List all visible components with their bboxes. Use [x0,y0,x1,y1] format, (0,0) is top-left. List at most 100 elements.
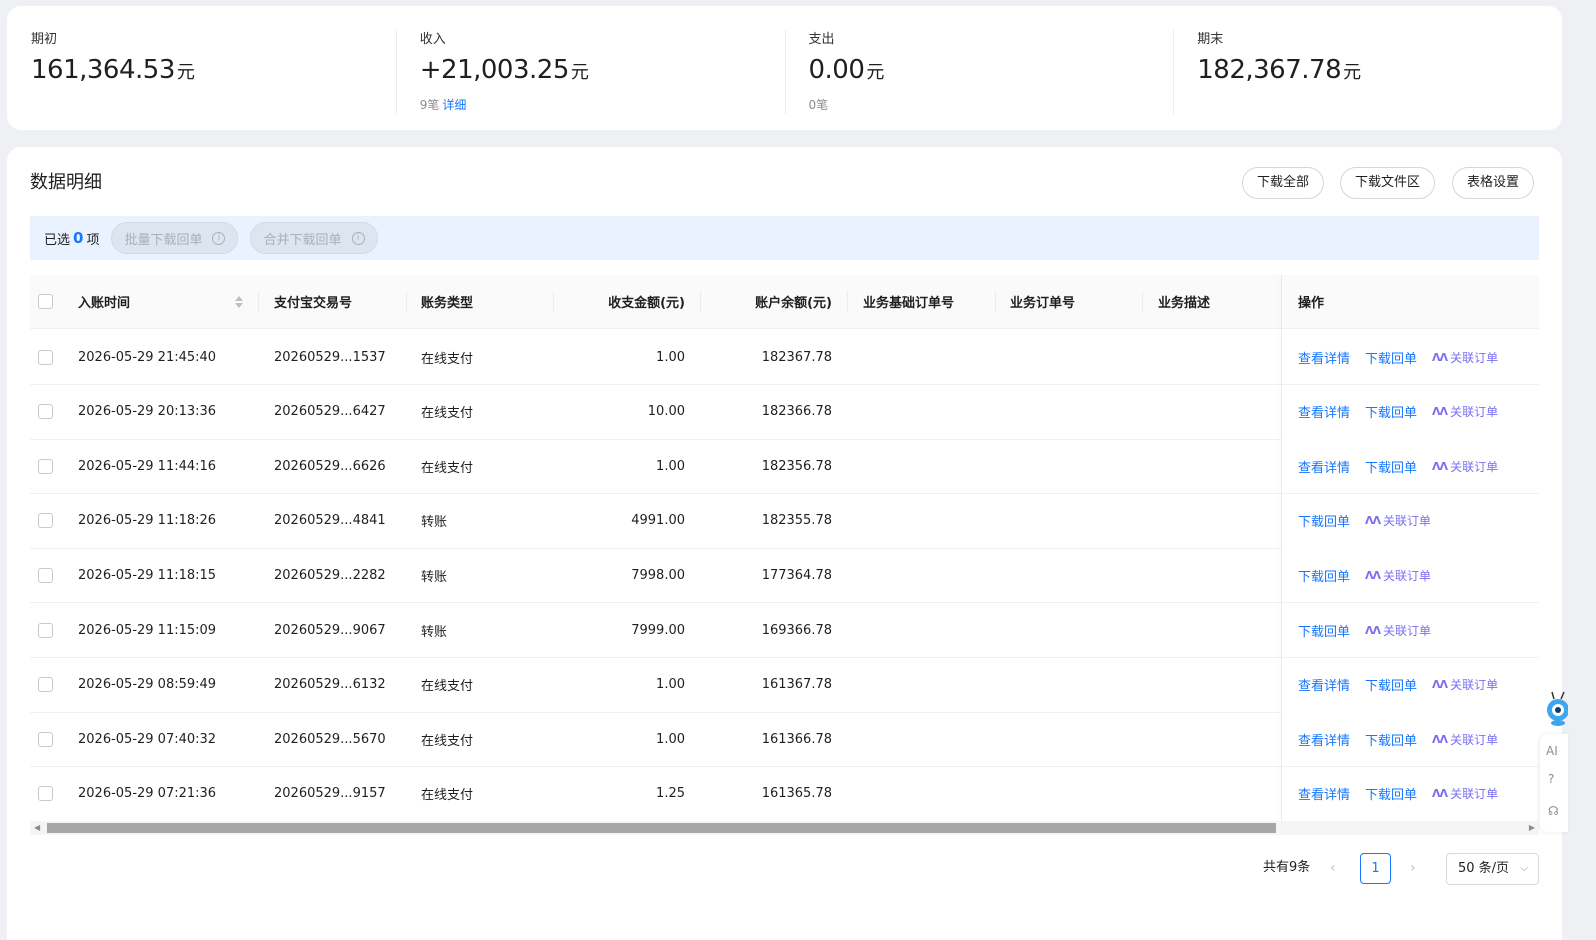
page-size-select[interactable]: 50 条/页 ⌵ [1446,853,1539,885]
cell-ops: 查看详情 下载回单 ΛΛ 关联订单 [1298,330,1498,384]
download-receipt-link[interactable]: 下载回单 [1298,621,1350,640]
selection-suffix: 项 [86,232,100,248]
cell-amount: 7998.00 [631,567,685,583]
summary-closing: 期末 182,367.78 元 [1173,6,1562,130]
link-order-button[interactable]: ΛΛ 关联订单 [1365,622,1431,639]
cell-type: 在线支付 [421,351,474,367]
table-row: 2026-05-29 11:18:15 20260529...2282 转账 7… [30,548,1539,604]
cell-balance: 182367.78 [761,349,832,365]
ai-icon: ΛΛ [1432,405,1448,419]
download-receipt-link[interactable]: 下载回单 [1365,730,1417,749]
prev-page-icon[interactable]: ‹ [1330,859,1336,877]
income-detail-link[interactable]: 详细 [442,98,466,112]
column-header-trade-no: 支付宝交易号 [274,296,353,311]
merge-download-button[interactable]: 合并下载回单 i [250,222,378,254]
cell-trade-no: 20260529...1537 [274,349,386,365]
summary-income: 收入 +21,003.25 元 9笔 详细 [395,6,785,130]
table-settings-button[interactable]: 表格设置 [1452,167,1535,199]
summary-label: 收入 [419,32,446,47]
cell-time: 2026-05-29 11:18:26 [78,513,217,529]
cell-balance: 161366.78 [761,731,832,747]
ai-assistant-button[interactable]: AI [1546,744,1558,758]
cell-balance: 161367.78 [761,677,832,693]
next-page-icon[interactable]: › [1410,859,1416,877]
cell-balance: 177364.78 [761,567,832,583]
row-checkbox[interactable] [38,677,53,693]
column-header-base-order: 业务基础订单号 [863,296,955,311]
link-order-button[interactable]: ΛΛ 关联订单 [1432,785,1498,802]
horizontal-scrollbar[interactable]: ◀ ▶ [30,821,1539,835]
row-checkbox[interactable] [38,567,53,583]
download-area-button[interactable]: 下载文件区 [1340,167,1436,199]
view-detail-link[interactable]: 查看详情 [1298,784,1350,803]
link-order-button[interactable]: ΛΛ 关联订单 [1432,731,1498,748]
selection-prefix: 已选 [44,232,71,248]
page-number-current[interactable]: 1 [1360,853,1391,884]
headset-icon[interactable]: ☊ [1548,804,1559,818]
table-row: 2026-05-29 21:45:40 20260529...1537 在线支付… [30,330,1539,385]
scrollbar-thumb[interactable] [47,823,1276,833]
batch-download-button[interactable]: 批量下载回单 i [111,222,239,254]
download-receipt-link[interactable]: 下载回单 [1365,348,1417,367]
row-checkbox[interactable] [38,731,53,747]
link-order-button[interactable]: ΛΛ 关联订单 [1432,403,1498,420]
cell-type: 在线支付 [421,679,474,695]
download-receipt-link[interactable]: 下载回单 [1365,402,1417,421]
cell-time: 2026-05-29 08:59:49 [78,677,217,693]
sort-icon[interactable] [231,275,243,328]
row-checkbox[interactable] [38,458,53,474]
download-receipt-link[interactable]: 下载回单 [1365,457,1417,476]
assistant-robot-icon[interactable] [1542,690,1568,728]
select-all-checkbox[interactable] [38,294,53,309]
help-icon[interactable]: ? [1548,772,1554,786]
summary-count: 0笔 [808,98,829,112]
link-order-button[interactable]: ΛΛ 关联订单 [1365,512,1431,529]
view-detail-link[interactable]: 查看详情 [1298,730,1350,749]
column-header-order: 业务订单号 [1010,296,1076,311]
ai-icon: ΛΛ [1365,514,1381,528]
row-checkbox[interactable] [38,622,53,638]
download-receipt-link[interactable]: 下载回单 [1365,675,1417,694]
selection-bar: 已选 0 项 批量下载回单 i 合并下载回单 i [30,216,1539,260]
view-detail-link[interactable]: 查看详情 [1298,402,1350,421]
data-detail-card: 数据明细 下载全部 下载文件区 表格设置 已选 0 项 批量下载回单 i 合并下载… [7,147,1562,940]
link-order-button[interactable]: ΛΛ 关联订单 [1365,567,1431,584]
view-detail-link[interactable]: 查看详情 [1298,675,1350,694]
table-row: 2026-05-29 08:59:49 20260529...6132 在线支付… [30,657,1539,713]
cell-amount: 4991.00 [631,513,685,529]
row-checkbox[interactable] [38,513,53,529]
link-order-button[interactable]: ΛΛ 关联订单 [1432,676,1498,693]
view-detail-link[interactable]: 查看详情 [1298,348,1350,367]
column-header-ops: 操作 [1298,296,1325,311]
link-order-button[interactable]: ΛΛ 关联订单 [1432,349,1498,366]
cell-trade-no: 20260529...2282 [274,567,386,583]
cell-type: 在线支付 [421,733,474,749]
cell-trade-no: 20260529...6427 [274,404,386,420]
download-receipt-link[interactable]: 下载回单 [1365,784,1417,803]
summary-amount: +21,003.25 元 [419,55,589,85]
row-checkbox[interactable] [38,404,53,420]
column-header-time[interactable]: 入账时间 [78,275,130,328]
view-detail-link[interactable]: 查看详情 [1298,457,1350,476]
row-checkbox[interactable] [38,786,53,802]
link-order-button[interactable]: ΛΛ 关联订单 [1432,458,1498,475]
cell-amount: 10.00 [647,404,685,420]
cell-amount: 1.00 [656,349,685,365]
download-receipt-link[interactable]: 下载回单 [1298,566,1350,585]
cell-type: 在线支付 [421,406,474,422]
scroll-left-icon[interactable]: ◀ [34,821,40,835]
scroll-right-icon[interactable]: ▶ [1529,821,1535,835]
side-panel: AI ? ☊ [1540,734,1568,832]
row-checkbox[interactable] [38,349,53,365]
cell-amount: 1.25 [656,786,685,802]
cell-ops: 查看详情 下载回单 ΛΛ 关联订单 [1298,767,1498,821]
download-all-button[interactable]: 下载全部 [1242,167,1325,199]
cell-trade-no: 20260529...9157 [274,786,386,802]
selection-count: 0 [73,229,84,247]
cell-trade-no: 20260529...6626 [274,458,386,474]
download-receipt-link[interactable]: 下载回单 [1298,511,1350,530]
summary-card: 期初 161,364.53 元 收入 +21,003.25 元 9笔 详细 支出 0.… [7,6,1562,130]
table-row: 2026-05-29 20:13:36 20260529...6427 在线支付… [30,384,1539,440]
column-header-desc: 业务描述 [1158,296,1211,311]
column-header-type: 账务类型 [421,296,474,311]
